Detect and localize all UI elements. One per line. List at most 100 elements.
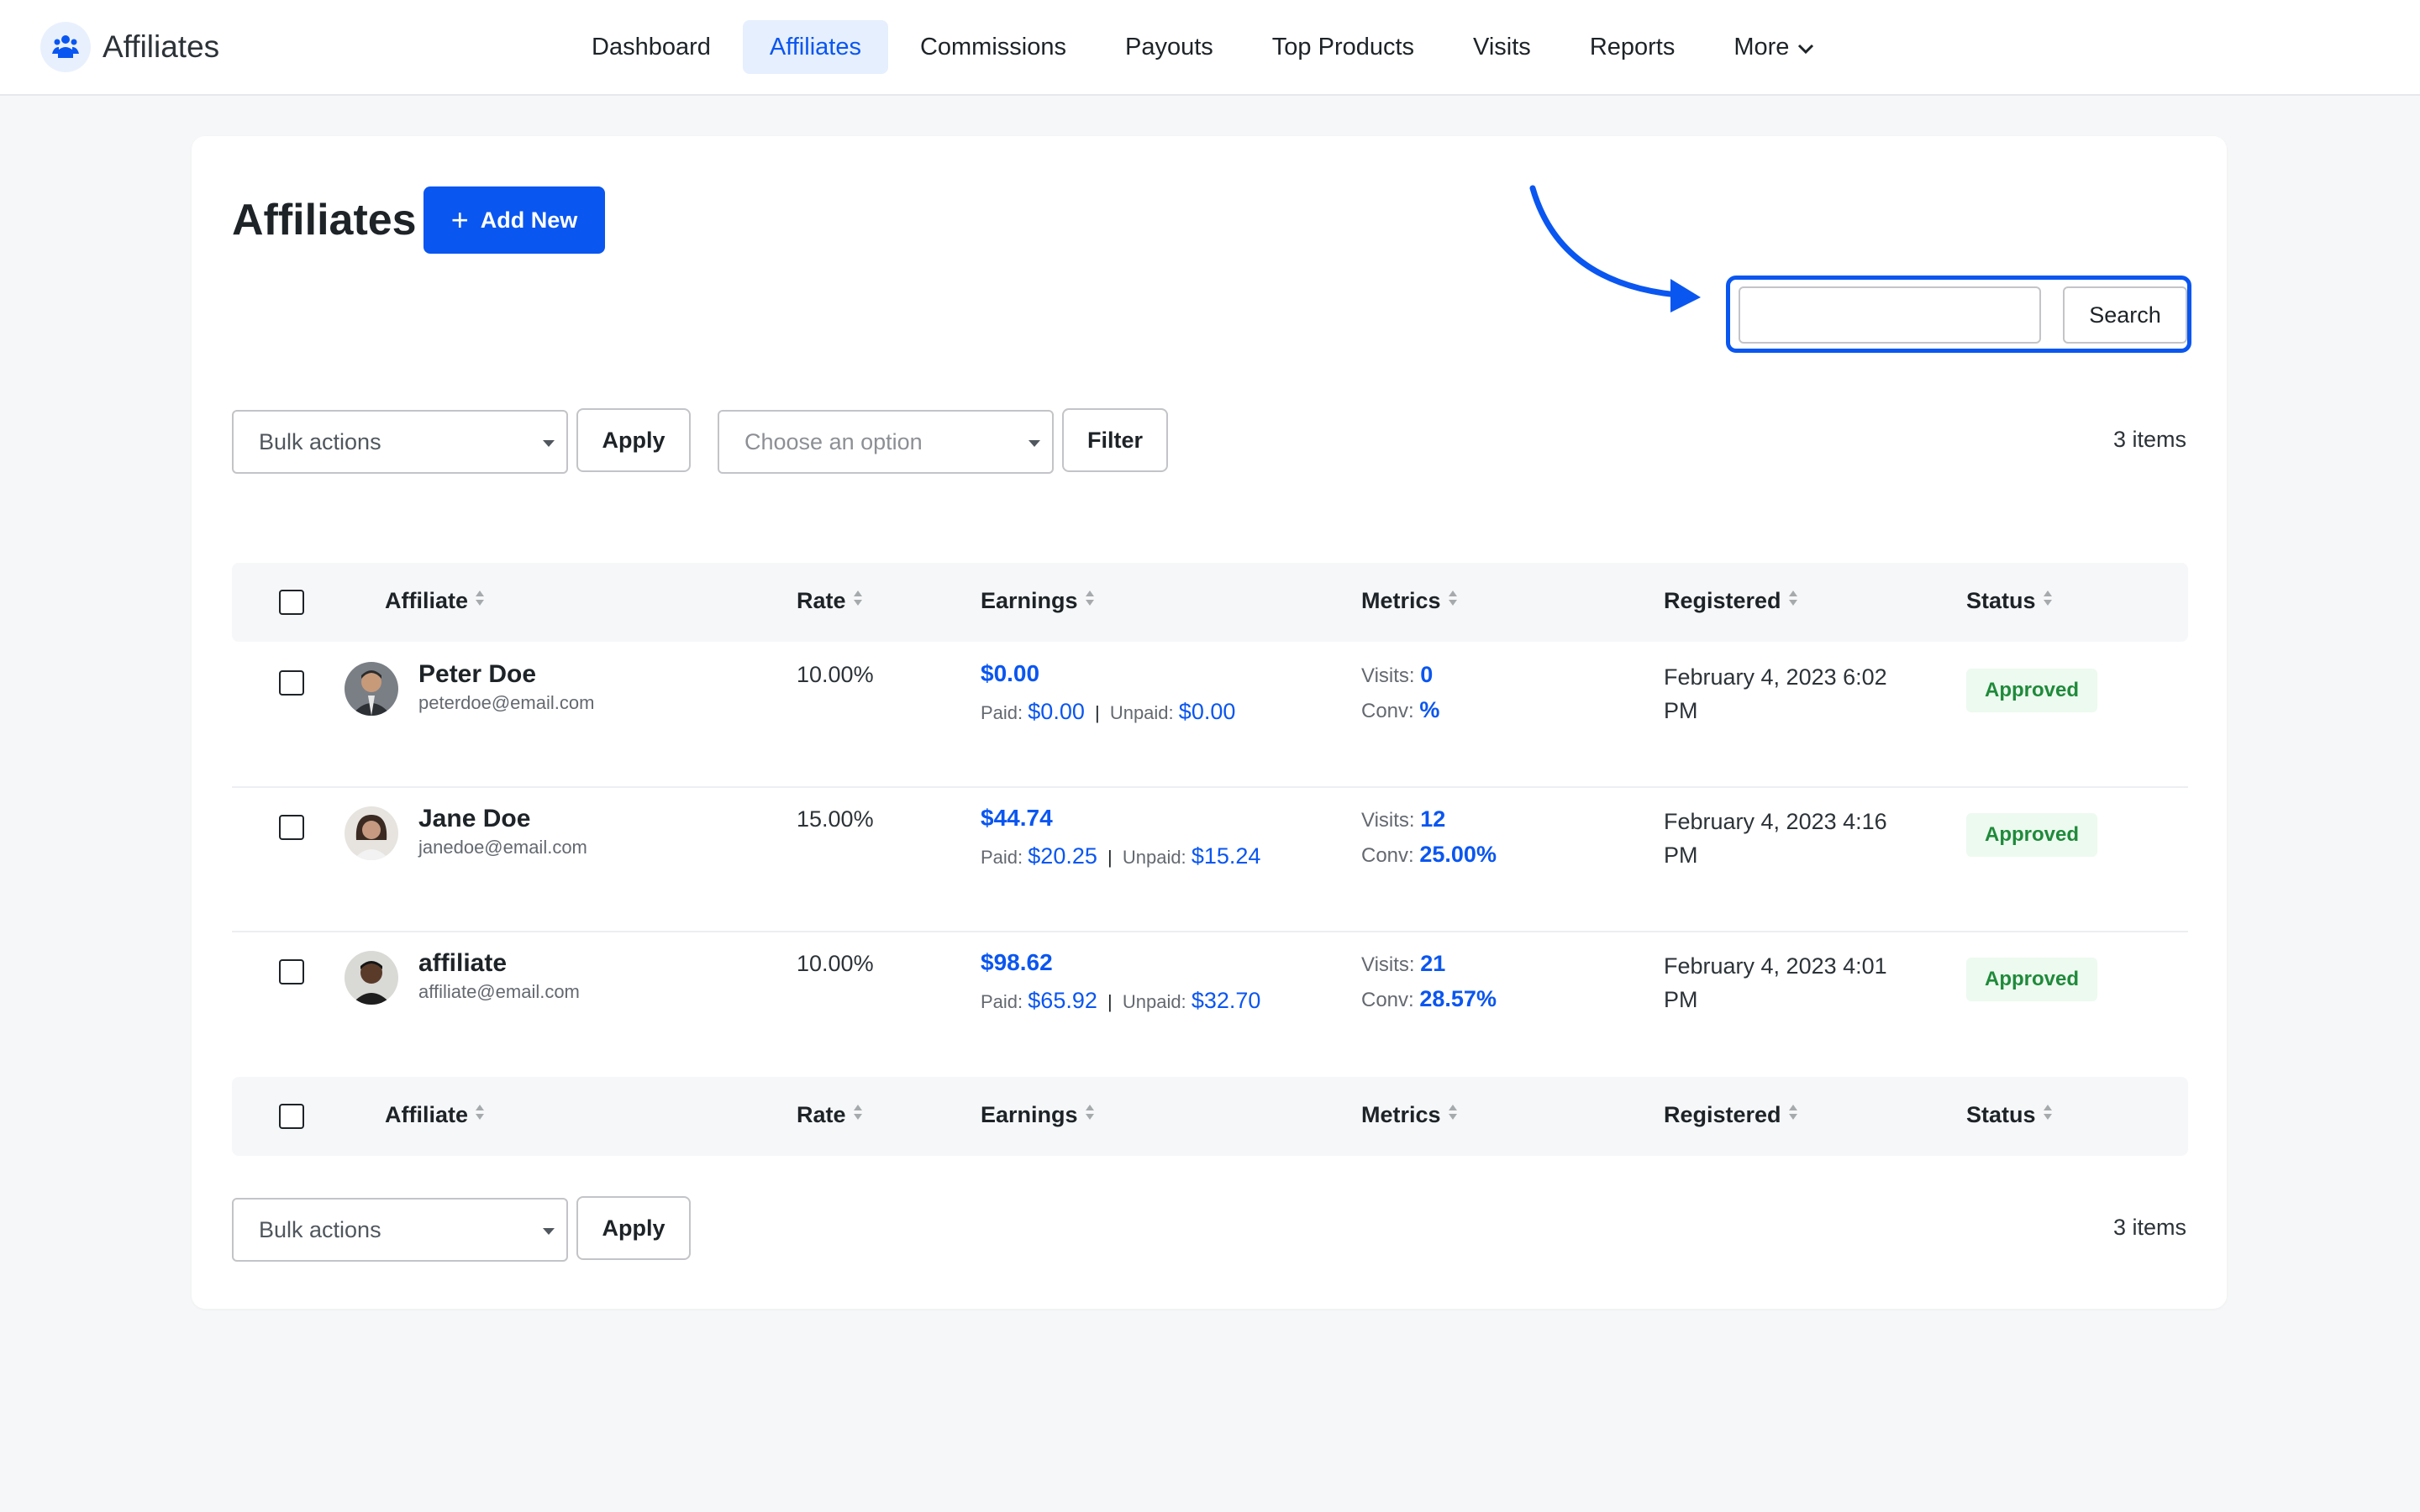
column-affiliate[interactable]: Affiliate bbox=[385, 588, 485, 614]
unpaid-label: Unpaid: bbox=[1109, 702, 1174, 723]
app-title: Affiliates bbox=[103, 29, 220, 64]
visits-label: Visits: bbox=[1361, 809, 1415, 832]
column-label: Status bbox=[1966, 588, 2036, 613]
registered-date: February 4, 2023 6:02 PM bbox=[1664, 664, 1887, 723]
column-status[interactable]: Status bbox=[1966, 1102, 2053, 1128]
column-rate[interactable]: Rate bbox=[797, 1102, 863, 1128]
filter-select[interactable]: Choose an option bbox=[718, 410, 1054, 474]
column-status[interactable]: Status bbox=[1966, 588, 2053, 614]
conversion-metric: Conv: 25.00% bbox=[1361, 842, 1497, 868]
nav-affiliates[interactable]: Affiliates bbox=[742, 20, 888, 74]
rate-value: 10.00% bbox=[797, 951, 874, 976]
earnings-breakdown: Paid: $20.25 | Unpaid: $15.24 bbox=[981, 843, 1260, 869]
column-rate[interactable]: Rate bbox=[797, 588, 863, 614]
unpaid-value[interactable]: $0.00 bbox=[1179, 699, 1236, 724]
column-label: Metrics bbox=[1361, 588, 1441, 613]
row-checkbox[interactable] bbox=[279, 815, 304, 840]
nav-top-products[interactable]: Top Products bbox=[1245, 20, 1441, 74]
bulk-actions-select[interactable]: Bulk actions bbox=[232, 410, 568, 474]
annotation-arrow-icon bbox=[1529, 185, 1701, 312]
column-registered[interactable]: Registered bbox=[1664, 1102, 1798, 1128]
column-metrics[interactable]: Metrics bbox=[1361, 1102, 1458, 1128]
sort-icon bbox=[475, 588, 485, 614]
filter-button[interactable]: Filter bbox=[1062, 408, 1168, 472]
column-label: Metrics bbox=[1361, 1102, 1441, 1127]
column-earnings[interactable]: Earnings bbox=[981, 588, 1095, 614]
nav-label: Dashboard bbox=[592, 34, 711, 60]
paid-value[interactable]: $0.00 bbox=[1028, 699, 1085, 724]
row-checkbox[interactable] bbox=[279, 670, 304, 696]
column-earnings[interactable]: Earnings bbox=[981, 1102, 1095, 1128]
column-label: Registered bbox=[1664, 588, 1781, 613]
sort-icon bbox=[475, 1102, 485, 1128]
column-label: Earnings bbox=[981, 588, 1078, 613]
nav-more[interactable]: More bbox=[1707, 20, 1841, 74]
conv-value: 25.00% bbox=[1419, 842, 1497, 867]
sort-icon bbox=[853, 1102, 863, 1128]
sort-icon bbox=[1788, 1102, 1798, 1128]
search-button[interactable]: Search bbox=[2063, 286, 2187, 344]
select-all-checkbox[interactable] bbox=[279, 1104, 304, 1129]
unpaid-value[interactable]: $15.24 bbox=[1192, 843, 1261, 869]
status-badge: Approved bbox=[1966, 958, 2097, 1001]
conversion-metric: Conv: % bbox=[1361, 697, 1439, 723]
table-header: Affiliate Rate Earnings Metrics Register… bbox=[232, 563, 2188, 642]
rate-value: 10.00% bbox=[797, 662, 874, 687]
select-all-checkbox[interactable] bbox=[279, 590, 304, 615]
brand[interactable]: Affiliates bbox=[40, 22, 219, 72]
add-new-button[interactable]: + Add New bbox=[424, 186, 605, 254]
earnings-total[interactable]: $0.00 bbox=[981, 660, 1039, 687]
conversion-metric: Conv: 28.57% bbox=[1361, 986, 1497, 1012]
nav-payouts[interactable]: Payouts bbox=[1098, 20, 1240, 74]
earnings-total[interactable]: $98.62 bbox=[981, 949, 1053, 976]
visits-value[interactable]: 21 bbox=[1420, 951, 1445, 976]
column-label: Status bbox=[1966, 1102, 2036, 1127]
affiliate-name[interactable]: Jane Doe bbox=[418, 805, 530, 833]
visits-value[interactable]: 12 bbox=[1420, 806, 1445, 832]
filter-select-value: Choose an option bbox=[744, 429, 923, 454]
nav-visits[interactable]: Visits bbox=[1446, 20, 1558, 74]
nav-commissions[interactable]: Commissions bbox=[893, 20, 1093, 74]
separator: | bbox=[1094, 702, 1100, 723]
visits-value[interactable]: 0 bbox=[1420, 662, 1433, 687]
apply-button-bottom[interactable]: Apply bbox=[576, 1196, 691, 1260]
avatar bbox=[345, 662, 398, 716]
table-row: Peter Doe peterdoe@email.com 10.00% $0.0… bbox=[232, 642, 2188, 788]
unpaid-value[interactable]: $32.70 bbox=[1192, 988, 1261, 1013]
apply-button[interactable]: Apply bbox=[576, 408, 691, 472]
visits-metric: Visits: 0 bbox=[1361, 662, 1433, 688]
plus-icon: + bbox=[450, 202, 469, 237]
nav-label: More bbox=[1733, 34, 1790, 60]
paid-label: Paid: bbox=[981, 702, 1023, 723]
column-label: Affiliate bbox=[385, 588, 469, 613]
affiliate-name[interactable]: Peter Doe bbox=[418, 660, 536, 689]
chevron-down-icon bbox=[1797, 20, 1814, 74]
column-affiliate[interactable]: Affiliate bbox=[385, 1102, 485, 1128]
unpaid-label: Unpaid: bbox=[1122, 847, 1186, 868]
conv-value: 28.57% bbox=[1419, 986, 1497, 1011]
conv-label: Conv: bbox=[1361, 844, 1414, 867]
nav-dashboard[interactable]: Dashboard bbox=[565, 20, 738, 74]
nav-label: Payouts bbox=[1124, 34, 1213, 60]
affiliate-name[interactable]: affiliate bbox=[418, 949, 507, 978]
paid-value[interactable]: $20.25 bbox=[1028, 843, 1097, 869]
conv-label: Conv: bbox=[1361, 989, 1414, 1011]
conv-value: % bbox=[1419, 697, 1440, 722]
column-label: Rate bbox=[797, 1102, 846, 1127]
earnings-breakdown: Paid: $0.00 | Unpaid: $0.00 bbox=[981, 699, 1235, 725]
affiliates-card: Affiliates + Add New Search Bulk actions… bbox=[192, 136, 2227, 1309]
paid-value[interactable]: $65.92 bbox=[1028, 988, 1097, 1013]
search-input[interactable] bbox=[1739, 286, 2041, 344]
main-nav: Dashboard Affiliates Commissions Payouts… bbox=[565, 20, 1846, 74]
row-checkbox[interactable] bbox=[279, 959, 304, 984]
earnings-total[interactable]: $44.74 bbox=[981, 805, 1053, 832]
column-registered[interactable]: Registered bbox=[1664, 588, 1798, 614]
column-metrics[interactable]: Metrics bbox=[1361, 588, 1458, 614]
nav-label: Commissions bbox=[919, 34, 1066, 60]
bulk-actions-select-bottom[interactable]: Bulk actions bbox=[232, 1198, 568, 1262]
dropdown-caret-icon bbox=[1028, 440, 1040, 447]
nav-reports[interactable]: Reports bbox=[1563, 20, 1702, 74]
sort-icon bbox=[1448, 1102, 1458, 1128]
add-new-label: Add New bbox=[480, 207, 578, 233]
paid-label: Paid: bbox=[981, 847, 1023, 868]
